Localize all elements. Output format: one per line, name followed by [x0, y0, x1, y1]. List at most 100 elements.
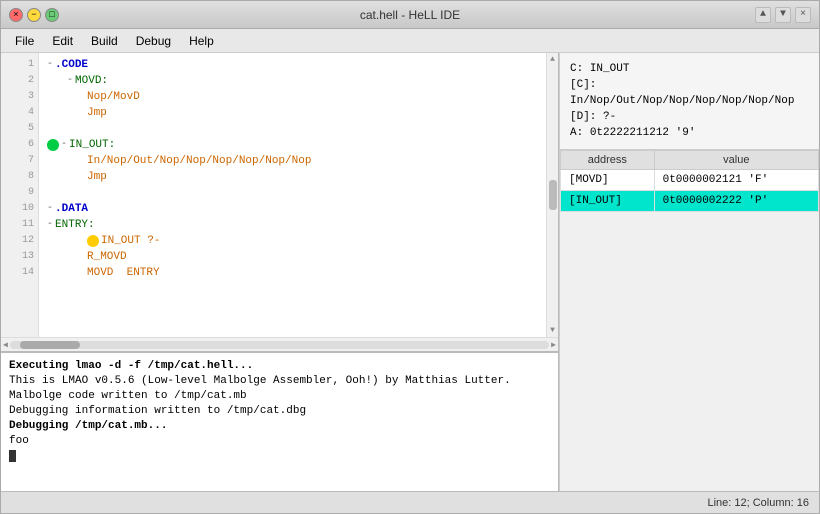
code-line-7: In/Nop/Out/Nop/Nop/Nop/Nop/Nop/Nop: [47, 153, 538, 169]
main-content: 1 2 3 4 5 6 7 8 9 10 11 12 13 14: [1, 53, 819, 491]
code-line-9: [47, 185, 538, 201]
collapse-6[interactable]: -: [61, 137, 67, 153]
debug-d-line: [D]: ?-: [570, 109, 809, 125]
cursor: [9, 450, 16, 462]
terminal-text-5: Debugging /tmp/cat.mb...: [9, 420, 167, 432]
code-text-1: .CODE: [55, 57, 88, 73]
debug-c-detail-label: [C]:: [570, 79, 596, 91]
debug-info: C: IN_OUT [C]: In/Nop/Out/Nop/Nop/Nop/No…: [560, 53, 819, 150]
debug-c-label: C:: [570, 63, 583, 75]
menu-build[interactable]: Build: [83, 31, 126, 51]
horizontal-scrollbar[interactable]: ◀ ▶: [1, 337, 558, 351]
code-text-10: .DATA: [55, 201, 88, 217]
scroll-right-arrow[interactable]: ▶: [551, 340, 556, 350]
terminal-line-3: Malbolge code written to /tmp/cat.mb: [9, 389, 550, 404]
code-line-5: [47, 121, 538, 137]
terminal-line-1: Executing lmao -d -f /tmp/cat.hell...: [9, 359, 550, 374]
code-text-8: Jmp: [87, 169, 107, 185]
code-text-6: IN_OUT:: [69, 137, 115, 153]
code-line-12: IN_OUT ?-: [47, 233, 538, 249]
terminal-line-6: foo: [9, 434, 550, 449]
code-line-6: - IN_OUT:: [47, 137, 538, 153]
code-text-4: Jmp: [87, 105, 107, 121]
nav-down-button[interactable]: ▼: [775, 7, 791, 23]
code-line-11: - ENTRY:: [47, 217, 538, 233]
code-line-10: - .DATA: [47, 201, 538, 217]
scroll-left-arrow[interactable]: ◀: [3, 340, 8, 350]
code-line-1: - .CODE: [47, 57, 538, 73]
code-line-4: Jmp: [47, 105, 538, 121]
title-right-controls: ▲ ▼ ×: [755, 7, 811, 23]
debug-c-detail-line: [C]: In/Nop/Out/Nop/Nop/Nop/Nop/Nop/Nop: [570, 77, 809, 109]
nav-close-button[interactable]: ×: [795, 7, 811, 23]
code-line-8: Jmp: [47, 169, 538, 185]
right-panel: C: IN_OUT [C]: In/Nop/Out/Nop/Nop/Nop/No…: [559, 53, 819, 491]
table-cell-address-1: [MOVD]: [561, 170, 655, 191]
scroll-thumb[interactable]: [549, 180, 557, 210]
debug-c-line: C: IN_OUT: [570, 61, 809, 77]
code-line-3: Nop/MovD: [47, 89, 538, 105]
code-text-7: In/Nop/Out/Nop/Nop/Nop/Nop/Nop/Nop: [87, 153, 311, 169]
register-table: address value [MOVD] 0t0000002121 'F' [I…: [560, 150, 819, 212]
code-line-14: MOVD ENTRY: [47, 265, 538, 281]
nav-up-button[interactable]: ▲: [755, 7, 771, 23]
window-controls: × − □: [9, 8, 59, 22]
minimize-button[interactable]: −: [27, 8, 41, 22]
code-text-13: R_MOVD: [87, 249, 127, 265]
debug-c-detail-value: In/Nop/Out/Nop/Nop/Nop/Nop/Nop/Nop: [570, 95, 794, 107]
debug-marker-green: [47, 139, 59, 151]
collapse-11[interactable]: -: [47, 217, 53, 233]
code-text-11: ENTRY:: [55, 217, 95, 233]
terminal-line-5: Debugging /tmp/cat.mb...: [9, 419, 550, 434]
code-editor[interactable]: - .CODE - MOVD: Nop/MovD Jmp: [39, 53, 546, 337]
code-text-12: IN_OUT ?-: [101, 233, 160, 249]
terminal-line-2: This is LMAO v0.5.6 (Low-level Malbolge …: [9, 374, 550, 389]
debug-d-value: ?-: [603, 111, 616, 123]
debug-a-line: A: 0t2222211212 '9': [570, 125, 809, 141]
editor-panel: 1 2 3 4 5 6 7 8 9 10 11 12 13 14: [1, 53, 559, 491]
table-row-1: [MOVD] 0t0000002121 'F': [561, 170, 819, 191]
collapse-2[interactable]: -: [67, 73, 73, 89]
scroll-down-arrow[interactable]: ▼: [550, 326, 555, 335]
table-row-2: [IN_OUT] 0t0000002222 'P': [561, 191, 819, 212]
code-text-2: MOVD:: [75, 73, 108, 89]
menu-file[interactable]: File: [7, 31, 42, 51]
table-header-value: value: [654, 151, 818, 170]
collapse-1[interactable]: -: [47, 57, 53, 73]
code-text-3: Nop/MovD: [87, 89, 140, 105]
collapse-10[interactable]: -: [47, 201, 53, 217]
menu-edit[interactable]: Edit: [44, 31, 81, 51]
terminal-panel[interactable]: Executing lmao -d -f /tmp/cat.hell... Th…: [1, 351, 558, 491]
vertical-scrollbar[interactable]: ▲ ▼: [546, 53, 558, 337]
menu-debug[interactable]: Debug: [128, 31, 179, 51]
terminal-line-4: Debugging information written to /tmp/ca…: [9, 404, 550, 419]
debug-d-label: [D]:: [570, 111, 596, 123]
scroll-up-arrow[interactable]: ▲: [550, 55, 555, 64]
scrollbar-thumb[interactable]: [20, 341, 80, 349]
terminal-text-1: Executing lmao -d -f /tmp/cat.hell...: [9, 360, 253, 372]
status-bar: Line: 12; Column: 16: [1, 491, 819, 513]
menu-bar: File Edit Build Debug Help: [1, 29, 819, 53]
table-cell-address-2: [IN_OUT]: [561, 191, 655, 212]
window-title: cat.hell - HeLL IDE: [360, 8, 460, 22]
maximize-button[interactable]: □: [45, 8, 59, 22]
code-line-2: - MOVD:: [47, 73, 538, 89]
debug-marker-yellow: [87, 235, 99, 247]
debug-a-value: 0t2222211212 '9': [590, 127, 696, 139]
scrollbar-track[interactable]: [10, 341, 549, 349]
table-header-address: address: [561, 151, 655, 170]
debug-c-value: IN_OUT: [590, 63, 630, 75]
menu-help[interactable]: Help: [181, 31, 222, 51]
code-text-14: MOVD ENTRY: [87, 265, 160, 281]
status-text: Line: 12; Column: 16: [707, 497, 809, 509]
line-numbers: 1 2 3 4 5 6 7 8 9 10 11 12 13 14: [1, 53, 39, 337]
title-bar: × − □ cat.hell - HeLL IDE ▲ ▼ ×: [1, 1, 819, 29]
editor-area[interactable]: 1 2 3 4 5 6 7 8 9 10 11 12 13 14: [1, 53, 558, 337]
code-line-13: R_MOVD: [47, 249, 538, 265]
main-window: × − □ cat.hell - HeLL IDE ▲ ▼ × File Edi…: [0, 0, 820, 514]
close-button[interactable]: ×: [9, 8, 23, 22]
debug-a-label: A:: [570, 127, 583, 139]
terminal-cursor-line: [9, 449, 550, 464]
table-cell-value-2: 0t0000002222 'P': [654, 191, 818, 212]
table-cell-value-1: 0t0000002121 'F': [654, 170, 818, 191]
